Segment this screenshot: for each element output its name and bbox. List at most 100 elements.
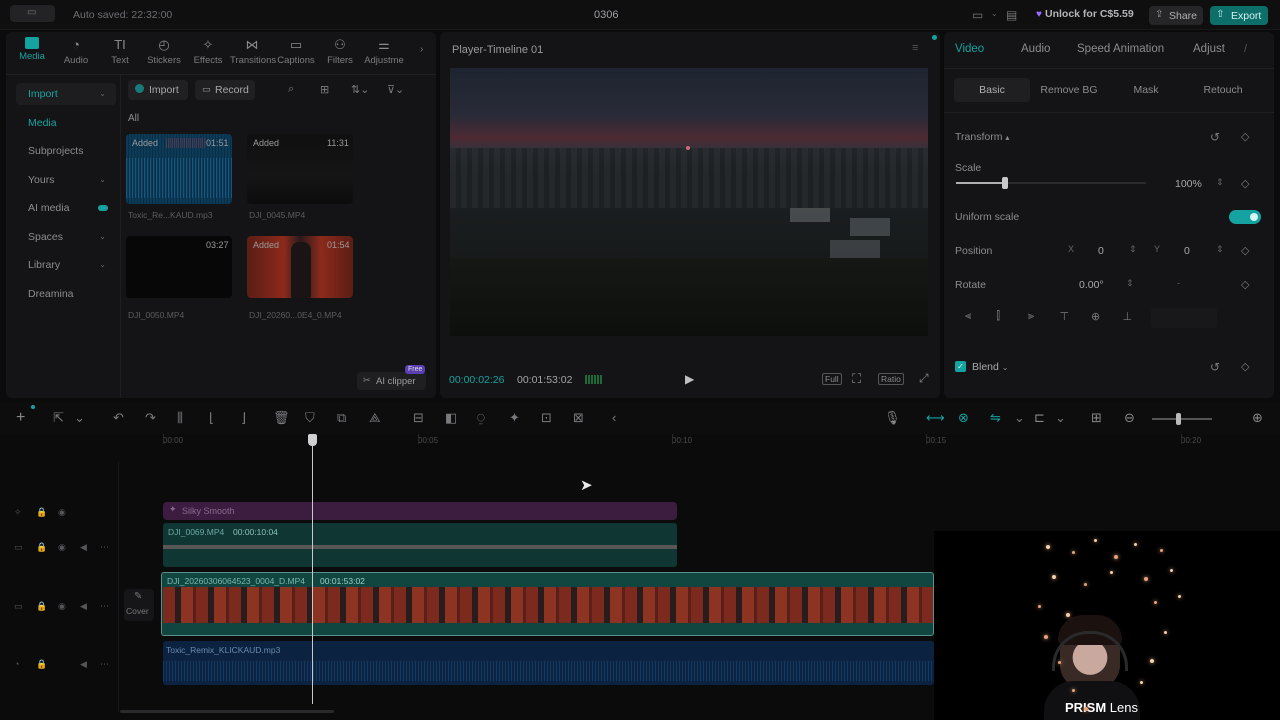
preview-axis-icon[interactable]: ⊏	[1034, 410, 1045, 426]
redo-icon[interactable]: ↷	[145, 410, 156, 426]
subtab-retouch[interactable]: Retouch	[1185, 78, 1261, 102]
preview-dropdown-icon[interactable]: ⌄	[1055, 410, 1066, 426]
eye-icon[interactable]: ◉	[58, 507, 66, 518]
subtab-mask[interactable]: Mask	[1108, 78, 1184, 102]
sidebar-item-import[interactable]: Import ⌄	[16, 83, 116, 105]
delete-icon[interactable]: 🗑	[273, 410, 290, 426]
toolbar-scroll-right-icon[interactable]: ›	[420, 44, 423, 55]
uniform-scale-toggle[interactable]	[1229, 210, 1261, 224]
subtab-basic[interactable]: Basic	[954, 78, 1030, 102]
replace-icon[interactable]: ⊠	[573, 410, 584, 426]
scale-slider[interactable]	[956, 177, 1146, 189]
fullscreen-icon[interactable]: ⤢	[919, 371, 929, 386]
tool-adjustme[interactable]: ⚌ Adjustme	[362, 37, 406, 66]
playhead-line[interactable]	[312, 442, 313, 704]
crop-icon[interactable]: ⧉	[337, 410, 346, 426]
sidebar-item-media[interactable]: Media	[16, 112, 116, 134]
audio-icon[interactable]: ◀	[80, 659, 87, 670]
magic-icon[interactable]: ✦	[509, 410, 520, 426]
fit-icon[interactable]: ⛶	[852, 371, 861, 387]
tab-overflow-icon[interactable]: /	[1244, 43, 1247, 55]
person-cutout-icon[interactable]: ⍜	[477, 410, 485, 426]
scale-keyframe-icon[interactable]: ◇	[1241, 177, 1249, 190]
sidebar-item-dreamina[interactable]: Dreamina	[16, 283, 116, 305]
eye-icon[interactable]: ◉	[58, 601, 66, 612]
microphone-icon[interactable]: 🎙	[884, 410, 901, 426]
align-right-icon[interactable]: ⫸	[1028, 310, 1034, 323]
layout-dropdown-icon[interactable]: ⌄	[991, 9, 998, 18]
audio-clip[interactable]: Toxic_Remix_KLICKAUD.mp3	[163, 641, 934, 685]
player-menu-icon[interactable]: ≡	[912, 42, 918, 54]
tool-transitions[interactable]: ⋈ Transitions	[230, 37, 276, 66]
position-y-value[interactable]: 0	[1184, 245, 1190, 257]
tab-animation[interactable]: Animation	[1113, 43, 1164, 55]
tab-adjust[interactable]: Adjust	[1193, 43, 1225, 55]
lock-icon[interactable]: 🔒	[36, 601, 47, 612]
marker-icon[interactable]: ⛉	[305, 410, 315, 426]
link-dropdown-icon[interactable]: ⌄	[1014, 410, 1025, 426]
sidebar-item-library[interactable]: Library ⌄	[16, 254, 116, 276]
position-x-value[interactable]: 0	[1098, 245, 1104, 257]
position-keyframe-icon[interactable]: ◇	[1241, 244, 1249, 257]
sidebar-item-ai-media[interactable]: AI media	[16, 197, 116, 219]
effect-track-icon[interactable]: ✧	[14, 507, 22, 518]
blend-keyframe-icon[interactable]: ◇	[1241, 360, 1249, 373]
lock-icon[interactable]: 🔒	[36, 659, 47, 670]
rotate-value[interactable]: 0.00°	[1079, 279, 1104, 291]
tool-filters[interactable]: ⚇ Filters	[318, 37, 362, 66]
zoom-slider-handle[interactable]	[1176, 413, 1181, 425]
align-center-h-icon[interactable]: ⫿	[997, 310, 1001, 323]
audio-track-icon[interactable]: ◔	[14, 659, 19, 669]
transform-reset-icon[interactable]: ↺	[1210, 130, 1220, 144]
shortcuts-icon[interactable]: ▤	[1006, 8, 1017, 22]
blend-checkbox[interactable]: ✓	[955, 361, 966, 372]
tool-effects[interactable]: ✧ Effects	[186, 37, 230, 66]
collapse-left-icon[interactable]: ‹	[612, 410, 616, 425]
effect-clip[interactable]: ✦ Silky Smooth	[163, 502, 677, 520]
timeline-scrollbar[interactable]	[120, 710, 334, 713]
menu-button[interactable]: ▭	[10, 5, 55, 22]
scale-value[interactable]: 100%	[1175, 178, 1202, 190]
search-icon[interactable]: ⌕	[288, 83, 294, 96]
unlock-button[interactable]: ♥ Unlock for C$5.59	[1036, 8, 1134, 24]
select-tool-icon[interactable]: ⇱	[53, 410, 64, 426]
split-right-icon[interactable]: ⌋	[241, 410, 246, 426]
position-y-stepper-icon[interactable]: ⇕	[1216, 244, 1224, 255]
zoom-in-icon[interactable]: ⊕	[1252, 410, 1263, 426]
full-button[interactable]: Full	[822, 373, 842, 385]
ratio-button[interactable]: Ratio	[878, 373, 904, 385]
playhead-handle[interactable]	[308, 434, 317, 446]
align-left-icon[interactable]: ⫷	[965, 310, 971, 323]
ai-clipper-button[interactable]: ✂ AI clipper Free	[357, 365, 426, 390]
split-left-icon[interactable]: ⌊	[209, 410, 214, 426]
scale-slider-handle[interactable]	[1002, 177, 1009, 189]
cover-button[interactable]: ✎ Cover	[124, 589, 154, 621]
lock-icon[interactable]: 🔒	[36, 507, 47, 518]
filter-icon[interactable]: ⊽⌄	[387, 83, 404, 96]
undo-icon[interactable]: ↶	[113, 410, 124, 426]
mirror-icon[interactable]: ◧	[445, 410, 457, 426]
tool-captions[interactable]: ▭ Captions	[274, 37, 318, 66]
scale-stepper-icon[interactable]: ⇕	[1216, 177, 1224, 188]
import-button[interactable]: Import	[128, 80, 188, 100]
tool-stickers[interactable]: ◴ Stickers	[142, 37, 186, 66]
lock-icon[interactable]: 🔒	[36, 542, 47, 553]
sidebar-item-subprojects[interactable]: Subprojects	[16, 140, 116, 162]
align-bottom-icon[interactable]: ⊥	[1123, 310, 1133, 323]
tab-video[interactable]: Video	[955, 43, 984, 55]
layout-icon[interactable]: ▭	[972, 8, 983, 22]
blend-reset-icon[interactable]: ↺	[1210, 360, 1220, 374]
tab-speed[interactable]: Speed	[1077, 43, 1110, 55]
sidebar-item-yours[interactable]: Yours ⌄	[16, 169, 116, 191]
record-button[interactable]: ▭ Record	[195, 80, 255, 100]
transform-heading[interactable]: Transform ▴	[955, 131, 1009, 143]
link-clips-icon[interactable]: ⇋	[990, 410, 1001, 426]
video-clip-main[interactable]: DJI_20260306064523_0004_D.MP4 00:01:53:0…	[161, 572, 934, 636]
rotate-dial-icon[interactable]: -	[1177, 278, 1180, 288]
magnet-icon[interactable]: ⊗	[958, 410, 969, 426]
subtab-remove-bg[interactable]: Remove BG	[1031, 78, 1107, 102]
position-x-stepper-icon[interactable]: ⇕	[1129, 244, 1137, 255]
add-track-icon[interactable]: +	[16, 409, 25, 427]
speed-icon[interactable]: ⊡	[541, 410, 552, 426]
rotate-keyframe-icon[interactable]: ◇	[1241, 278, 1249, 291]
